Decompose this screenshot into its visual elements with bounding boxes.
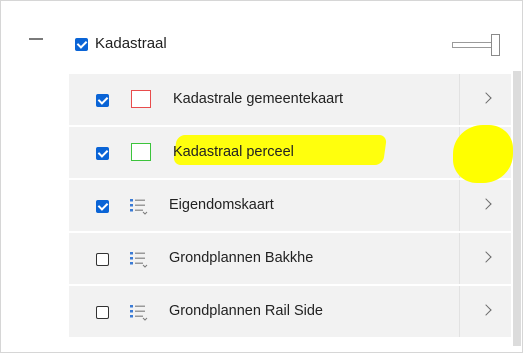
list-legend-icon (130, 199, 148, 215)
green-square-swatch-icon (131, 143, 151, 161)
layer-details-button[interactable] (459, 74, 512, 125)
layer-row-kadastrale-gemeentekaart[interactable]: Kadastrale gemeentekaart (69, 73, 511, 125)
layer-row-grondplannen-bakkhe[interactable]: Grondplannen Bakkhe (69, 232, 511, 284)
chevron-right-icon (480, 198, 492, 210)
layer-checkbox[interactable] (96, 200, 109, 213)
layer-label: Kadastrale gemeentekaart (173, 91, 344, 107)
layer-details-button[interactable] (459, 233, 512, 284)
opacity-slider[interactable] (452, 34, 502, 56)
layer-label: Eigendomskaart (169, 197, 274, 213)
highlight-marker (453, 125, 513, 183)
list-legend-icon (130, 305, 148, 321)
layer-checkbox[interactable] (96, 253, 109, 266)
layer-checkbox[interactable] (96, 306, 109, 319)
layer-label: Grondplannen Bakkhe (169, 250, 314, 266)
layer-label: Grondplannen Rail Side (169, 303, 323, 319)
vertical-scrollbar[interactable] (513, 71, 521, 346)
layer-row-eigendomskaart[interactable]: Eigendomskaart (69, 179, 511, 231)
group-title: Kadastraal (95, 35, 167, 52)
layer-panel: Kadastraal Kadastrale gemeentekaart Kada… (0, 0, 523, 353)
layer-checkbox[interactable] (96, 147, 109, 160)
list-legend-icon (130, 252, 148, 268)
layer-checkbox[interactable] (96, 94, 109, 107)
layer-row-kadastraal-perceel[interactable]: Kadastraal perceel (69, 126, 511, 178)
chevron-right-icon (480, 251, 492, 263)
group-checkbox[interactable] (75, 38, 88, 51)
red-square-swatch-icon (131, 90, 151, 108)
chevron-right-icon (480, 92, 492, 104)
chevron-right-icon (480, 304, 492, 316)
layer-group-header: Kadastraal (69, 19, 509, 69)
slider-thumb[interactable] (491, 34, 500, 56)
layer-details-button[interactable] (459, 286, 512, 337)
layer-row-grondplannen-rail-side[interactable]: Grondplannen Rail Side (69, 285, 511, 337)
layer-label: Kadastraal perceel (173, 144, 294, 160)
collapse-group-icon[interactable] (29, 31, 45, 47)
layer-details-button[interactable] (459, 180, 512, 231)
